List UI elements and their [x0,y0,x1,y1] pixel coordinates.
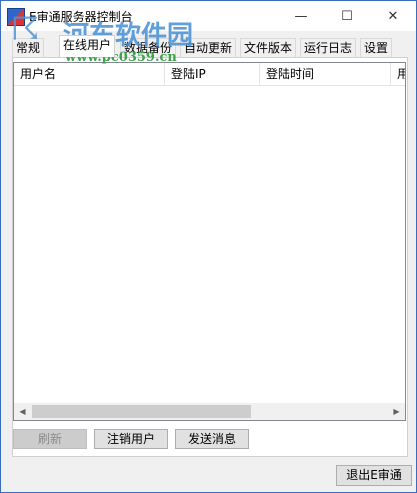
scroll-right-icon[interactable]: ▶ [388,403,405,420]
column-header-login-ip[interactable]: 登陆IP [165,63,260,85]
tab-settings[interactable]: 设置 [360,38,393,57]
column-header-user[interactable]: 用 [391,63,405,85]
logout-user-button[interactable]: 注销用户 [94,429,168,449]
maximize-button[interactable]: ☐ [324,1,370,31]
scroll-left-icon[interactable]: ◀ [14,403,31,420]
column-header-username[interactable]: 用户名 [14,63,165,85]
refresh-button[interactable]: 刷新 [13,429,87,449]
tab-file-version[interactable]: 文件版本 [240,38,297,57]
tab-strip: 常规 在线用户 数据备份 自动更新 文件版本 运行日志 设置 [12,35,402,57]
minimize-button[interactable]: — [278,1,324,31]
list-header: 用户名 登陆IP 登陆时间 用 [14,63,405,86]
maximize-icon: ☐ [341,8,353,24]
tab-run-log[interactable]: 运行日志 [300,38,357,57]
watermark-logo-icon: ☈ [11,10,40,48]
tab-online-users[interactable]: 在线用户 [59,35,116,57]
exit-button[interactable]: 退出E审通 [336,465,412,486]
minimize-icon: — [294,8,308,24]
column-header-login-time[interactable]: 登陆时间 [260,63,391,85]
online-users-list[interactable]: 用户名 登陆IP 登陆时间 用 ◀ ▶ [13,62,406,421]
main-window: E审通服务器控制台 — ☐ ✕ 常规 在线用户 数据备份 自动更新 文件版本 运… [0,0,417,493]
scroll-thumb[interactable] [32,405,251,418]
close-button[interactable]: ✕ [370,1,416,31]
horizontal-scrollbar[interactable]: ◀ ▶ [14,403,405,420]
send-message-button[interactable]: 发送消息 [175,429,249,449]
close-icon: ✕ [387,8,399,24]
